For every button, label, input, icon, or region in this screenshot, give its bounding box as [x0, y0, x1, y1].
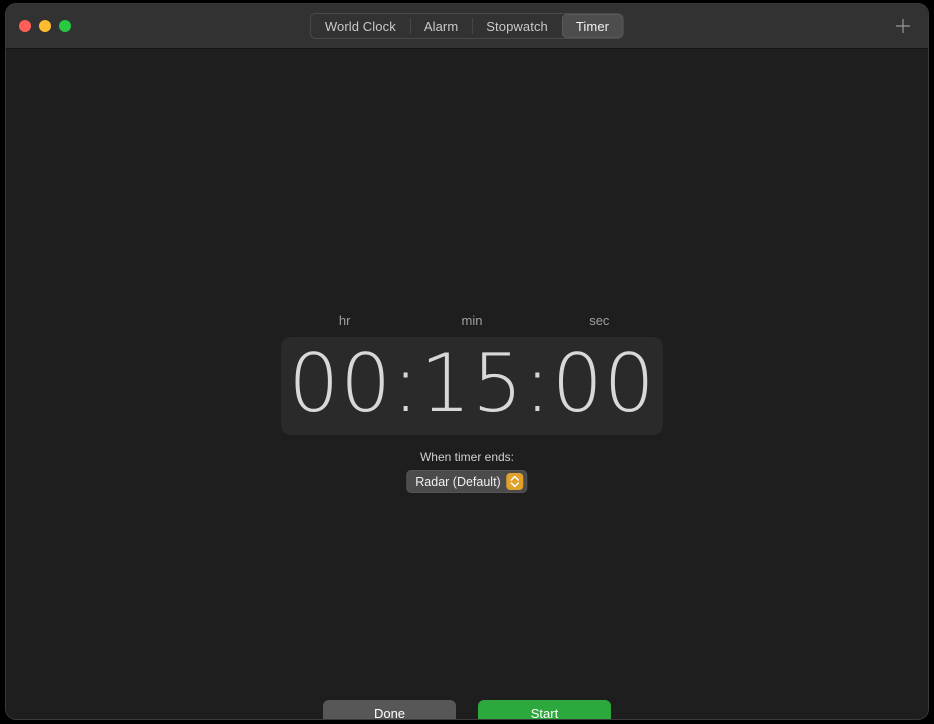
when-timer-ends-label: When timer ends: [419, 450, 515, 464]
footer-button-row: Done Start [6, 700, 928, 719]
plus-icon [895, 18, 911, 34]
tab-timer[interactable]: Timer [561, 14, 624, 38]
tab-alarm[interactable]: Alarm [409, 14, 472, 38]
done-button[interactable]: Done [323, 700, 456, 719]
unit-label-hr: hr [338, 313, 351, 328]
chevron-up-down-icon [506, 473, 524, 490]
minimize-button[interactable] [39, 20, 51, 32]
timer-panel: hr min sec 00:15:00 When timer ends: Rad… [6, 49, 928, 719]
close-button[interactable] [19, 20, 31, 32]
tab-bar: World Clock Alarm Stopwatch Timer [309, 13, 625, 39]
unit-label-sec: sec [589, 313, 610, 328]
timer-sound-selected-value: Radar (Default) [415, 474, 501, 489]
clock-window: World Clock Alarm Stopwatch Timer hr min… [5, 3, 929, 720]
timer-display-value: 00:15:00 [288, 337, 656, 430]
tab-world-clock[interactable]: World Clock [311, 14, 410, 38]
timer-unit-labels: hr min sec [281, 312, 663, 330]
window-titlebar: World Clock Alarm Stopwatch Timer [6, 4, 928, 49]
traffic-lights [19, 20, 71, 32]
tab-stopwatch[interactable]: Stopwatch [472, 14, 562, 38]
zoom-button[interactable] [59, 20, 71, 32]
unit-label-min: min [461, 313, 483, 328]
timer-sound-select[interactable]: Radar (Default) [406, 470, 528, 493]
add-button[interactable] [892, 15, 914, 37]
timer-duration-field[interactable]: 00:15:00 [281, 337, 663, 435]
start-button[interactable]: Start [478, 700, 611, 719]
